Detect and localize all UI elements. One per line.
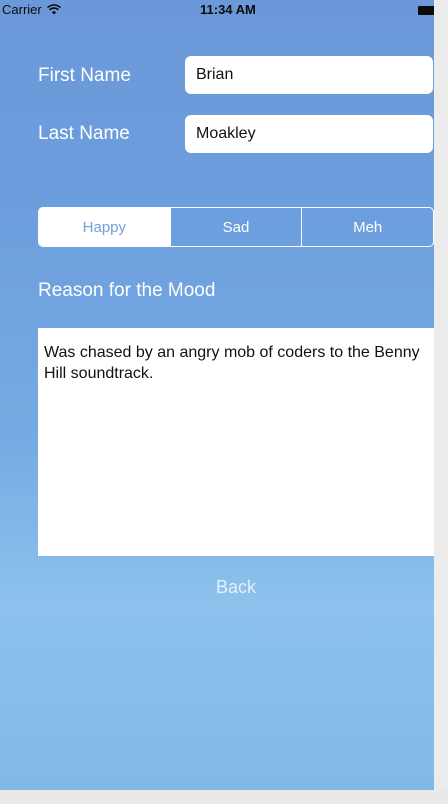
first-name-field[interactable] bbox=[185, 56, 433, 94]
mood-segmented-control: Happy Sad Meh bbox=[38, 207, 434, 247]
reason-text-area[interactable]: Was chased by an angry mob of coders to … bbox=[38, 328, 434, 556]
status-time: 11:34 AM bbox=[200, 2, 256, 17]
wifi-icon bbox=[46, 4, 61, 15]
back-button[interactable]: Back bbox=[0, 577, 448, 598]
first-name-label: First Name bbox=[38, 65, 131, 86]
last-name-field[interactable] bbox=[185, 115, 433, 153]
carrier-indicator: Carrier bbox=[2, 2, 61, 17]
carrier-label: Carrier bbox=[2, 2, 42, 17]
device-bezel-right bbox=[434, 0, 448, 804]
app-screen: Carrier 11:34 AM First Name Last Name Ha… bbox=[0, 0, 448, 804]
reason-title: Reason for the Mood bbox=[38, 280, 216, 301]
device-frame: Carrier 11:34 AM First Name Last Name Ha… bbox=[0, 0, 448, 804]
segment-happy[interactable]: Happy bbox=[39, 208, 170, 246]
segment-meh[interactable]: Meh bbox=[301, 208, 433, 246]
segment-sad[interactable]: Sad bbox=[169, 208, 302, 246]
device-bezel-bottom bbox=[0, 790, 448, 804]
last-name-label: Last Name bbox=[38, 123, 130, 144]
status-bar: Carrier 11:34 AM bbox=[0, 0, 440, 20]
